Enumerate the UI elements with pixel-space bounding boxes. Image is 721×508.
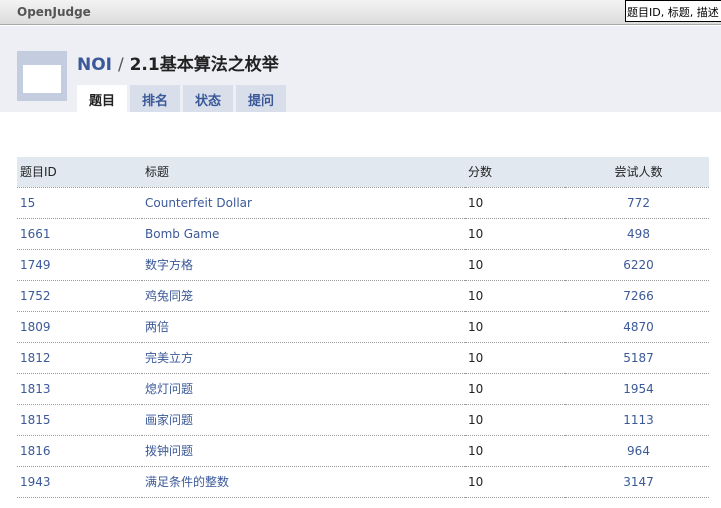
attempts-link[interactable]: 498 (565, 218, 709, 250)
problem-score: 10 (465, 218, 565, 250)
problem-title-link[interactable]: 两倍 (142, 311, 465, 343)
problem-score: 10 (465, 249, 565, 281)
tab-ranking[interactable]: 排名 (130, 85, 181, 112)
table-row: 1752 鸡兔同笼 10 7266 (17, 280, 709, 312)
attempts-link[interactable]: 3147 (565, 466, 709, 498)
group-name: 2.1基本算法之枚举 (129, 55, 279, 75)
problem-id-link[interactable]: 1752 (17, 280, 142, 312)
table-row: 1661 Bomb Game 10 498 (17, 218, 709, 250)
problem-title-link[interactable]: 鸡兔同笼 (142, 280, 465, 312)
problem-score: 10 (465, 404, 565, 436)
tab-questions[interactable]: 提问 (236, 85, 287, 112)
problem-score: 10 (465, 280, 565, 312)
group-avatar-icon (17, 51, 67, 101)
problem-title-link[interactable]: 完美立方 (142, 342, 465, 374)
table-row: 1813 熄灯问题 10 1954 (17, 373, 709, 405)
table-row: 1812 完美立方 10 5187 (17, 342, 709, 374)
problem-score: 10 (465, 311, 565, 343)
attempts-link[interactable]: 4870 (565, 311, 709, 343)
attempts-link[interactable]: 964 (565, 435, 709, 467)
problem-id-link[interactable]: 1809 (17, 311, 142, 343)
attempts-link[interactable]: 1954 (565, 373, 709, 405)
tab-bar: 题目 排名 状态 提问 (77, 85, 287, 112)
problem-id-link[interactable]: 1943 (17, 466, 142, 498)
title-separator: / (117, 55, 124, 75)
problem-score: 10 (465, 373, 565, 405)
col-id: 题目ID (17, 157, 142, 188)
problem-id-link[interactable]: 1661 (17, 218, 142, 250)
table-row: 1749 数字方格 10 6220 (17, 249, 709, 281)
problem-title-link[interactable]: Counterfeit Dollar (142, 187, 465, 219)
problem-score: 10 (465, 187, 565, 219)
problem-id-link[interactable]: 1815 (17, 404, 142, 436)
problem-title-link[interactable]: 数字方格 (142, 249, 465, 281)
problem-id-link[interactable]: 1749 (17, 249, 142, 281)
attempts-link[interactable]: 772 (565, 187, 709, 219)
problem-score: 10 (465, 342, 565, 374)
table-row: 1816 拨钟问题 10 964 (17, 435, 709, 467)
problem-table: 题目ID 标题 分数 尝试人数 15 Counterfeit Dollar 10 77… (17, 157, 709, 498)
top-bar: OpenJudge 题目ID, 标题, 描述 (0, 0, 721, 25)
problem-title-link[interactable]: Bomb Game (142, 218, 465, 250)
org-link[interactable]: NOI (77, 55, 112, 75)
problem-id-link[interactable]: 15 (17, 187, 142, 219)
problem-id-link[interactable]: 1816 (17, 435, 142, 467)
page-title: NOI / 2.1基本算法之枚举 (77, 50, 279, 75)
problem-title-link[interactable]: 拨钟问题 (142, 435, 465, 467)
table-row: 1815 画家问题 10 1113 (17, 404, 709, 436)
attempts-link[interactable]: 6220 (565, 249, 709, 281)
problem-title-link[interactable]: 熄灯问题 (142, 373, 465, 405)
tab-status[interactable]: 状态 (183, 85, 234, 112)
col-score: 分数 (465, 157, 565, 188)
col-attempts: 尝试人数 (565, 157, 709, 188)
problem-title-link[interactable]: 画家问题 (142, 404, 465, 436)
group-header: NOI / 2.1基本算法之枚举 题目 排名 状态 提问 (0, 26, 721, 112)
col-title: 标题 (142, 157, 465, 188)
problem-id-link[interactable]: 1813 (17, 373, 142, 405)
attempts-link[interactable]: 1113 (565, 404, 709, 436)
problem-score: 10 (465, 466, 565, 498)
attempts-link[interactable]: 5187 (565, 342, 709, 374)
table-row: 15 Counterfeit Dollar 10 772 (17, 187, 709, 219)
table-row: 1943 满足条件的整数 10 3147 (17, 466, 709, 498)
attempts-link[interactable]: 7266 (565, 280, 709, 312)
tab-problems[interactable]: 题目 (77, 85, 128, 112)
problem-title-link[interactable]: 满足条件的整数 (142, 466, 465, 498)
openjudge-logo[interactable]: OpenJudge (17, 5, 91, 19)
problem-id-link[interactable]: 1812 (17, 342, 142, 374)
table-row: 1809 两倍 10 4870 (17, 311, 709, 343)
problem-score: 10 (465, 435, 565, 467)
search-input[interactable]: 题目ID, 标题, 描述 (625, 0, 721, 22)
